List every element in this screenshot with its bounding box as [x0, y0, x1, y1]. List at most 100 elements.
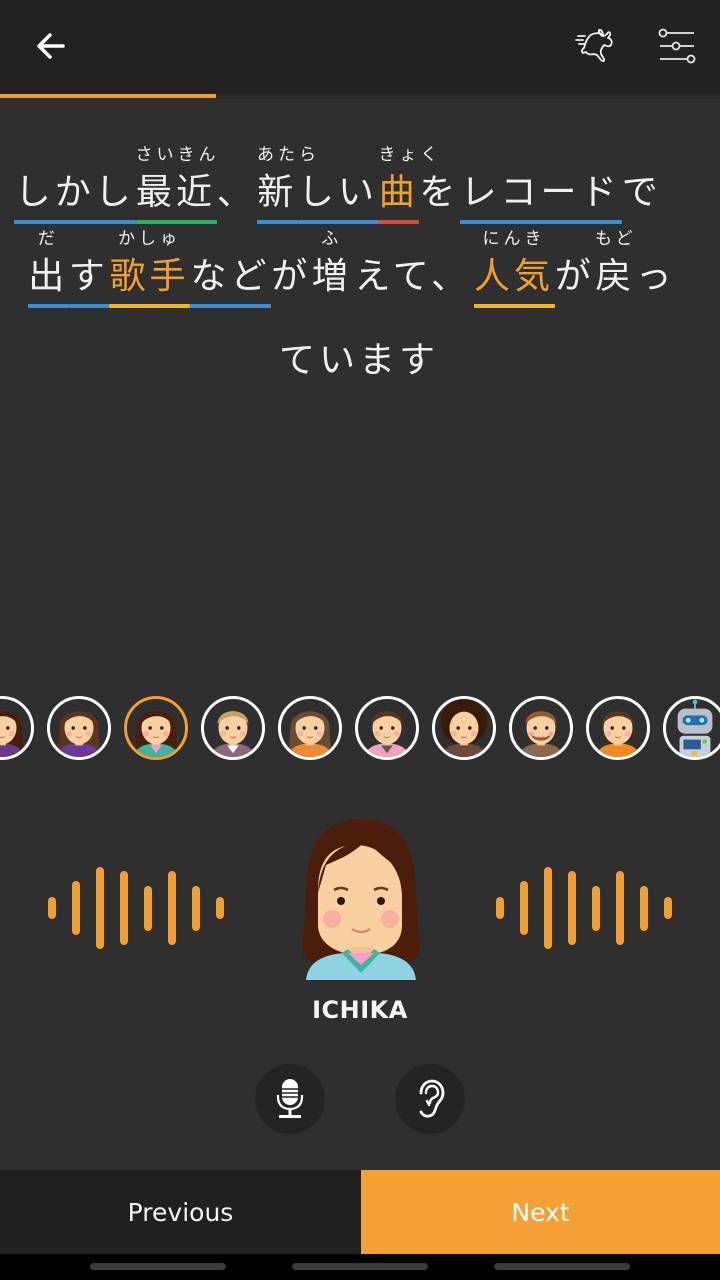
listen-button[interactable]	[395, 1064, 465, 1134]
sentence-word[interactable]: きょく曲	[378, 140, 442, 224]
word-text: 戻	[595, 256, 636, 297]
avatar-man-pink-shirt-icon	[364, 711, 410, 757]
sliders-icon	[658, 28, 696, 64]
word-text: 歌手	[109, 256, 190, 297]
furigana: さいきん	[135, 145, 220, 165]
system-nav-pill[interactable]	[90, 1263, 226, 1270]
arrow-left-icon	[37, 33, 65, 59]
voice-partial[interactable]	[0, 696, 34, 760]
lesson-progress-bar	[0, 94, 720, 99]
furigana: あたら	[257, 145, 320, 165]
word-text: で	[621, 172, 662, 213]
voice-ichika[interactable]	[124, 696, 188, 760]
previous-button[interactable]: Previous	[0, 1170, 361, 1254]
word-text: えて、	[354, 256, 471, 297]
sound-wave-bar	[592, 885, 600, 931]
sentence-word[interactable]: もど戻	[595, 224, 636, 304]
sentence-word[interactable]: を	[419, 140, 460, 220]
sentence-word[interactable]: しい	[297, 140, 379, 224]
voice-blonde[interactable]	[201, 696, 265, 760]
sentence-word[interactable]: っ	[636, 224, 677, 304]
record-button[interactable]	[255, 1064, 325, 1134]
sentence-word[interactable]: あたら新	[257, 140, 320, 224]
sound-wave-bar	[192, 885, 200, 931]
sound-wave-bar	[568, 871, 576, 945]
sound-wave-bar	[144, 885, 152, 931]
sound-wave-bar	[496, 896, 504, 920]
sentence-line: ています	[0, 308, 720, 388]
back-button[interactable]	[28, 24, 72, 68]
sentence-word[interactable]: しかし	[14, 140, 136, 224]
lesson-progress-fill	[0, 94, 216, 98]
sentence-word[interactable]: ふ増	[312, 224, 353, 304]
avatar-woman-long-hair-teal-jacket-icon	[133, 711, 179, 757]
sentence-word[interactable]: で	[622, 140, 663, 220]
word-text: が	[554, 256, 595, 297]
sentence-word[interactable]: えて、	[352, 224, 474, 304]
sound-wave-bar	[168, 871, 176, 945]
sound-wave-bar	[664, 896, 672, 920]
furigana: もど	[595, 229, 637, 249]
sentence-word[interactable]: ています	[278, 308, 440, 388]
sound-wave-bar	[120, 871, 128, 945]
sentence-word[interactable]: が	[271, 224, 312, 304]
sentence-line: しかし さいきん最近、あたら新しい きょく曲をレコードで	[0, 140, 720, 224]
sound-wave-bar	[640, 885, 648, 931]
voice-man-beard[interactable]	[509, 696, 573, 760]
word-text: 、	[216, 172, 257, 213]
running-rabbit-icon	[575, 28, 613, 62]
avatar-boy-orange-shirt-icon	[595, 711, 641, 757]
word-text: す	[68, 256, 109, 297]
word-text: 新	[257, 172, 298, 213]
voice-robot[interactable]	[663, 696, 720, 760]
sentence-word[interactable]: かしゅ 歌手	[109, 224, 190, 308]
word-text: を	[419, 172, 460, 213]
sound-wave-bar	[216, 896, 224, 920]
furigana: きょく	[378, 145, 442, 165]
avatar-man-afro-icon	[440, 699, 488, 757]
speed-button[interactable]	[570, 22, 620, 70]
voice-woman-purple[interactable]	[47, 696, 111, 760]
sound-wave-bar	[96, 866, 104, 950]
voice-woman-orange[interactable]	[278, 696, 342, 760]
avatar-woman-brown-hair-purple-shirt-icon	[56, 711, 102, 757]
word-text: 出	[28, 256, 69, 297]
avatar-man-beard-icon	[518, 711, 564, 757]
sentence-word[interactable]: だ出	[28, 224, 69, 308]
word-text: 最近	[135, 172, 216, 213]
next-button[interactable]: Next	[361, 1170, 720, 1254]
furigana: にんき	[482, 229, 546, 249]
word-text: 曲	[378, 172, 419, 213]
avatar-woman-long-hair-teal-jacket-icon	[302, 819, 420, 980]
sentence-word[interactable]: が	[555, 224, 596, 304]
avatar-woman-dark-hair-icon	[0, 711, 25, 757]
speaker-avatar	[286, 815, 436, 980]
voice-boy-orange[interactable]	[586, 696, 650, 760]
sound-wave-bar	[616, 871, 624, 945]
sentence-word[interactable]: レコード	[459, 140, 622, 224]
microphone-icon	[276, 1079, 304, 1118]
furigana: ふ	[321, 229, 343, 249]
word-text: っ	[635, 256, 676, 297]
word-text: ています	[278, 340, 439, 381]
sentence-line: だ出すかしゅ 歌手 などがふ増えて、 にんき 人気がもど戻っ	[0, 224, 720, 308]
sound-wave-right-icon	[492, 860, 682, 956]
word-text: が	[271, 256, 312, 297]
furigana: かしゅ	[118, 229, 181, 249]
sentence-word[interactable]: など	[190, 224, 271, 308]
sentence-word[interactable]: 、	[217, 140, 258, 220]
word-text: 人気	[473, 256, 554, 297]
system-nav-pill[interactable]	[494, 1263, 630, 1270]
system-nav-pill[interactable]	[292, 1263, 428, 1270]
sound-wave-bar	[72, 881, 80, 935]
top-bar	[0, 0, 720, 95]
sentence-word[interactable]: にんき 人気	[473, 224, 555, 308]
sentence-word[interactable]: す	[68, 224, 109, 308]
settings-button[interactable]	[652, 22, 702, 70]
voice-man-pink[interactable]	[355, 696, 419, 760]
voice-man-afro[interactable]	[432, 696, 496, 760]
avatar-woman-bangs-orange-shirt-icon	[287, 711, 333, 757]
sentence-word[interactable]: さいきん 最近	[135, 140, 220, 224]
sound-wave-bar	[520, 881, 528, 935]
avatar-robot-icon	[677, 699, 713, 757]
